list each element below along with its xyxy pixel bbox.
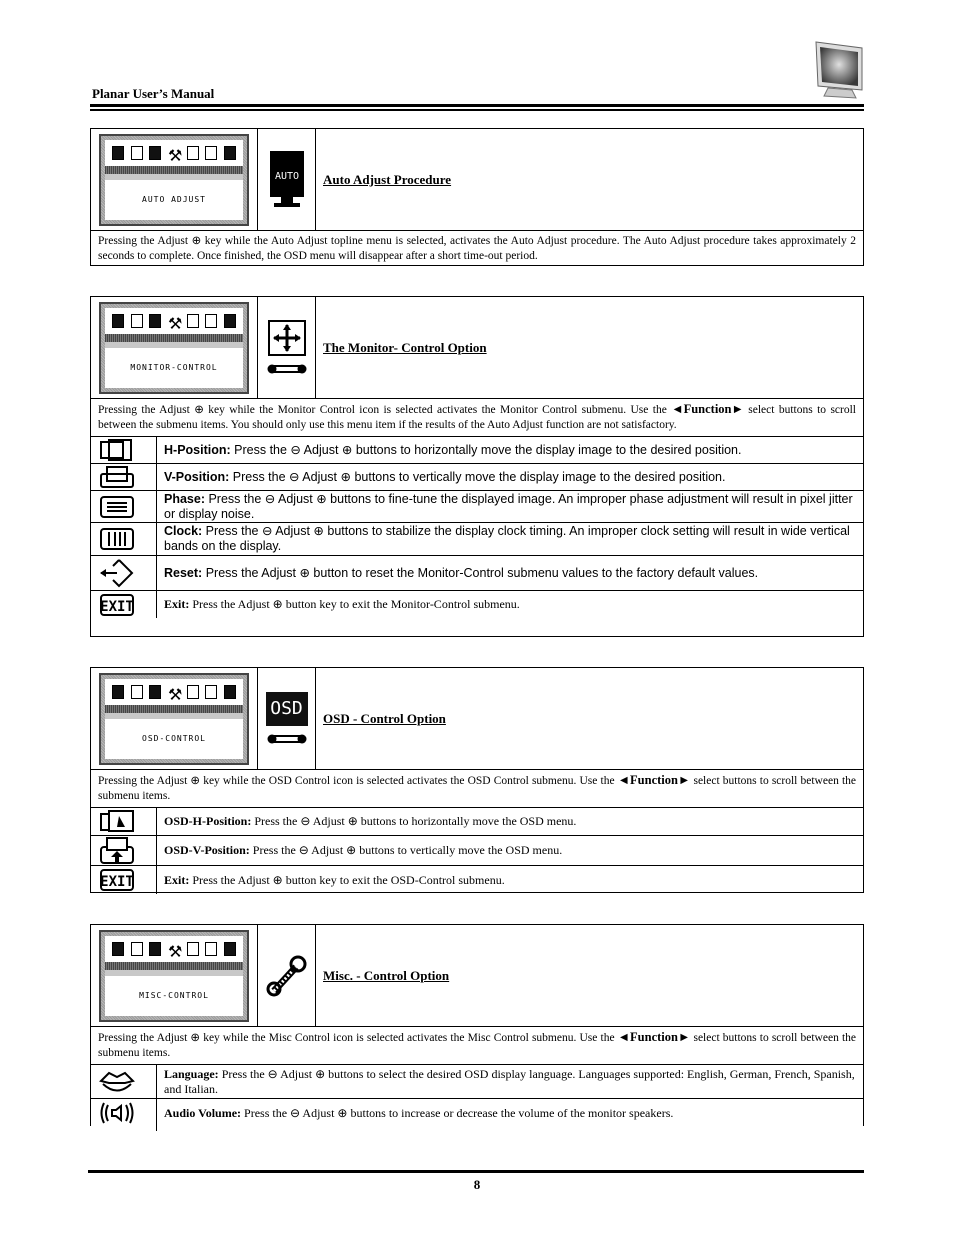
page-number: 8 [473, 1177, 481, 1192]
move-arrows-icon [267, 319, 306, 356]
section-description: Pressing the Adjust ⊕ key while the Moni… [98, 402, 856, 431]
osd-menu-label: MONITOR-CONTROL [130, 363, 218, 372]
running-header: Planar User’s Manual [92, 86, 215, 101]
submenu-item-osd-v-position: OSD-V-Position: Press the ⊖ Adjust ⊕ but… [91, 835, 863, 865]
submenu-item-exit: EXIT Exit: Press the Adjust ⊕ button key… [91, 865, 863, 894]
section-osd-control: ⚒ OSD-CONTROL OSD OSD - Control Option P… [90, 667, 864, 894]
auto-adjust-icon: AUTO [268, 149, 306, 211]
osd-v-position-icon [91, 836, 157, 865]
submenu-item-v-position: V-Position: Press the ⊖ Adjust ⊕ buttons… [91, 463, 863, 490]
submenu-item-clock: Clock: Press the ⊖ Adjust ⊕ buttons to s… [91, 522, 863, 555]
wrench-bar-icon [267, 732, 307, 746]
header-rule-thin [90, 109, 864, 111]
exit-icon: EXIT [91, 591, 157, 618]
submenu-item-reset: Reset: Press the Adjust ⊕ button to rese… [91, 555, 863, 590]
submenu-item-language: Language: Press the ⊖ Adjust ⊕ buttons t… [91, 1064, 863, 1099]
function-key-label: ◄Function► [671, 402, 744, 416]
exit-icon: EXIT [91, 866, 157, 894]
monitor-icon [812, 40, 866, 102]
h-position-icon [91, 437, 157, 463]
reset-icon [91, 556, 157, 590]
section-description: Pressing the Adjust ⊕ key while the Misc… [98, 1030, 856, 1059]
v-position-icon [91, 464, 157, 490]
section-monitor-control: ⚒ MONITOR-CONTROL The Monitor- Control O… [90, 296, 864, 637]
osd-menu-icons: ⚒ [105, 308, 243, 334]
section-title: The Monitor- Control Option [323, 339, 487, 355]
osd-menu-label: OSD-CONTROL [142, 734, 206, 743]
wrench-bar-icon [267, 362, 307, 376]
submenu-item-exit: EXIT Exit: Press the Adjust ⊕ button key… [91, 590, 863, 618]
wrench-icon [266, 955, 308, 997]
osd-icon: OSD [265, 691, 308, 726]
footer-rule [88, 1170, 864, 1173]
language-icon [91, 1065, 157, 1098]
function-key-label: ◄Function► [617, 773, 691, 787]
osd-menu-label: MISC-CONTROL [139, 991, 209, 1000]
section-title: Misc. - Control Option [323, 967, 450, 983]
header-rule [90, 104, 864, 107]
section-auto-adjust: ⚒ AUTO ADJUST AUTO Auto Adjust Procedure… [90, 128, 864, 266]
submenu-item-osd-h-position: OSD-H-Position: Press the ⊖ Adjust ⊕ but… [91, 807, 863, 835]
osd-menu-icons: ⚒ [105, 679, 243, 705]
osd-menu-label: AUTO ADJUST [142, 195, 206, 204]
clock-icon [91, 523, 157, 555]
svg-text:EXIT: EXIT [100, 874, 134, 890]
submenu-item-audio-volume: Audio Volume: Press the ⊖ Adjust ⊕ butto… [91, 1099, 863, 1127]
osd-screenshot: ⚒ AUTO ADJUST [91, 129, 258, 230]
section-title: OSD - Control Option [323, 710, 446, 726]
audio-volume-icon [91, 1099, 157, 1127]
osd-menu-icons: ⚒ [105, 140, 243, 166]
submenu-item-h-position: H-Position: Press the ⊖ Adjust ⊕ buttons… [91, 436, 863, 463]
section-misc-control: ⚒ MISC-CONTROL Misc. - Control Option Pr… [90, 924, 864, 1131]
osd-h-position-icon [91, 808, 157, 835]
function-key-label: ◄Function► [617, 1030, 691, 1044]
section-title: Auto Adjust Procedure [323, 171, 452, 187]
osd-menu-icons: ⚒ [105, 936, 243, 962]
submenu-item-phase: Phase: Press the ⊖ Adjust ⊕ buttons to f… [91, 490, 863, 522]
phase-icon [91, 491, 157, 522]
section-description: Pressing the Adjust ⊕ key while the Auto… [98, 235, 856, 262]
svg-text:EXIT: EXIT [100, 599, 134, 615]
svg-text:AUTO: AUTO [274, 171, 298, 182]
section-description: Pressing the Adjust ⊕ key while the OSD … [98, 773, 856, 802]
